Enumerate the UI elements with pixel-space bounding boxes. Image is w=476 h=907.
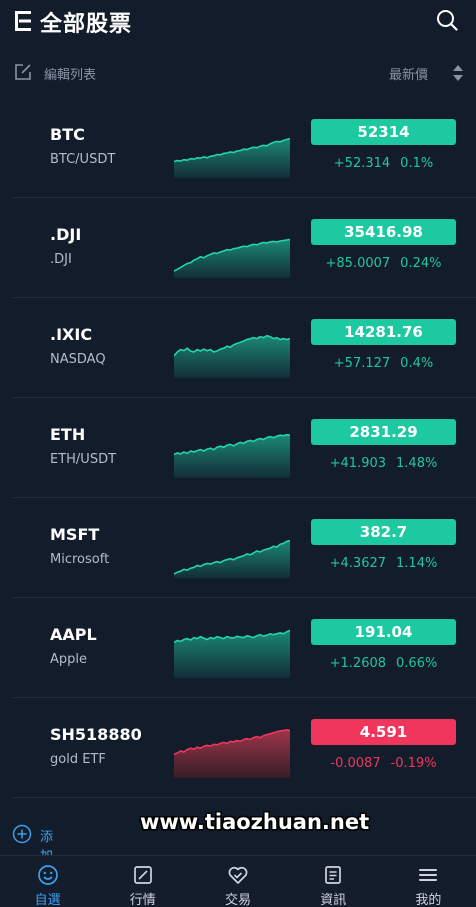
watermark: www.tiaozhuan.net	[140, 810, 370, 834]
edit-list-button[interactable]: 編輯列表	[44, 64, 96, 83]
tab-trade[interactable]: 交易	[190, 856, 285, 907]
stock-symbol: .DJI	[50, 225, 82, 244]
tab-news[interactable]: 資訊	[286, 856, 381, 907]
price-badge[interactable]: 14281.76	[311, 319, 456, 345]
change-info: +41.903 1.48%	[311, 456, 456, 471]
sparkline-chart	[174, 729, 290, 778]
stock-name: BTC/USDT	[50, 152, 116, 167]
price-badge[interactable]: 2831.29	[311, 419, 456, 445]
change-value: -0.0087	[330, 756, 381, 771]
stock-symbol: MSFT	[50, 525, 100, 544]
sparkline-area	[174, 239, 290, 278]
tab-label: 行情	[129, 893, 156, 907]
sparkline-chart	[174, 334, 290, 378]
change-info: -0.0087 -0.19%	[311, 756, 456, 771]
stock-symbol: SH518880	[50, 725, 142, 744]
stock-row[interactable]: BTC BTC/USDT 52314 +52.314 0.1%	[12, 98, 476, 198]
stock-row[interactable]: AAPL Apple 191.04 +1.2608 0.66%	[12, 598, 476, 698]
tab-label: 資訊	[320, 893, 347, 907]
change-value: +1.2608	[329, 656, 387, 671]
edit-icon[interactable]	[14, 63, 32, 81]
change-info: +1.2608 0.66%	[311, 656, 456, 671]
change-info: +85.0007 0.24%	[311, 256, 456, 271]
tab-profile[interactable]: 我的	[381, 856, 476, 907]
change-info: +57.127 0.4%	[311, 356, 456, 371]
stock-row[interactable]: .IXIC NASDAQ 14281.76 +57.127 0.4%	[12, 298, 476, 398]
tab-label: 我的	[415, 893, 442, 907]
change-value: +85.0007	[325, 256, 391, 271]
search-icon[interactable]	[436, 9, 458, 31]
change-percent: 0.66%	[396, 656, 438, 671]
sparkline-area	[174, 729, 290, 778]
bottom-tab-bar: 自選 行情 交易 資訊 我的	[0, 855, 476, 907]
sort-arrows-icon[interactable]	[452, 64, 464, 82]
price-badge[interactable]: 52314	[311, 119, 456, 145]
sparkline-area	[174, 434, 290, 478]
sparkline-chart	[174, 433, 290, 478]
stock-symbol: BTC	[50, 125, 85, 144]
chart-edit-icon	[133, 866, 152, 884]
tab-label: 交易	[225, 893, 252, 907]
tab-market[interactable]: 行情	[95, 856, 190, 907]
price-badge[interactable]: 191.04	[311, 619, 456, 645]
stock-row[interactable]: SH518880 gold ETF 4.591 -0.0087 -0.19%	[12, 698, 476, 798]
tab-label: 自選	[34, 893, 61, 907]
watchlist: BTC BTC/USDT 52314 +52.314 0.1% .DJI .DJI…	[12, 98, 476, 798]
change-percent: 0.24%	[400, 256, 442, 271]
sparkline-chart	[174, 629, 290, 678]
sparkline-chart	[174, 539, 290, 578]
news-icon	[325, 866, 342, 884]
stock-name: NASDAQ	[50, 352, 106, 367]
stock-name: Apple	[50, 652, 88, 667]
change-percent: 0.4%	[400, 356, 434, 371]
list-menu-icon[interactable]	[14, 10, 34, 32]
price-badge[interactable]: 35416.98	[311, 219, 456, 245]
smiley-icon	[37, 865, 58, 885]
change-value: +57.127	[333, 356, 391, 371]
stock-row[interactable]: .DJI .DJI 35416.98 +85.0007 0.24%	[12, 198, 476, 298]
stock-symbol: AAPL	[50, 625, 97, 644]
heart-exchange-icon	[228, 866, 248, 884]
stock-symbol: ETH	[50, 425, 86, 444]
stock-name: Microsoft	[50, 552, 110, 567]
change-percent: -0.19%	[390, 756, 437, 771]
menu-icon	[419, 869, 438, 881]
change-info: +52.314 0.1%	[311, 156, 456, 171]
stock-name: ETH/USDT	[50, 452, 117, 467]
stock-name: .DJI	[50, 252, 72, 267]
price-badge[interactable]: 382.7	[311, 519, 456, 545]
stock-row[interactable]: MSFT Microsoft 382.7 +4.3627 1.14%	[12, 498, 476, 598]
change-percent: 1.48%	[396, 456, 438, 471]
page-title[interactable]: 全部股票	[40, 6, 132, 38]
sparkline-chart	[174, 238, 290, 278]
stock-row[interactable]: ETH ETH/USDT 2831.29 +41.903 1.48%	[12, 398, 476, 498]
stock-symbol: .IXIC	[50, 325, 93, 344]
change-value: +4.3627	[329, 556, 387, 571]
change-value: +41.903	[329, 456, 387, 471]
plus-circle-icon	[12, 824, 32, 844]
tab-watchlist[interactable]: 自選	[0, 856, 95, 907]
sparkline-area	[174, 335, 290, 378]
top-bar: 全部股票	[0, 0, 476, 44]
sparkline-chart	[174, 137, 290, 178]
price-badge[interactable]: 4.591	[311, 719, 456, 745]
change-percent: 1.14%	[396, 556, 438, 571]
change-info: +4.3627 1.14%	[311, 556, 456, 571]
stock-name: gold ETF	[50, 752, 106, 767]
list-toolbar: 編輯列表 最新價	[0, 56, 476, 88]
change-percent: 0.1%	[400, 156, 434, 171]
sort-by-price-button[interactable]: 最新價	[389, 64, 428, 83]
change-value: +52.314	[333, 156, 391, 171]
